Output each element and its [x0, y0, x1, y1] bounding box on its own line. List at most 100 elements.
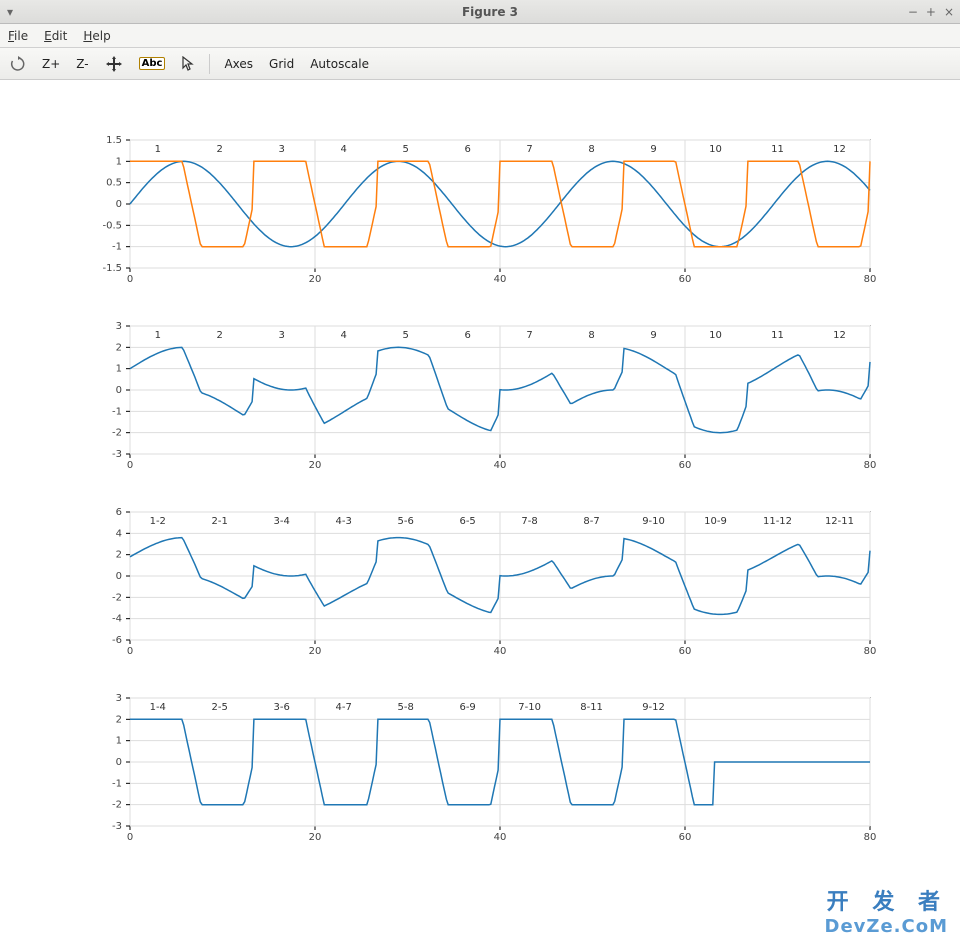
move-icon[interactable]	[101, 53, 127, 75]
svg-text:6: 6	[116, 507, 122, 518]
svg-text:10: 10	[709, 144, 722, 155]
svg-text:12-11: 12-11	[825, 516, 854, 527]
svg-text:7-10: 7-10	[518, 702, 541, 713]
minimize-button[interactable]: −	[908, 5, 918, 19]
svg-text:0: 0	[127, 646, 133, 657]
svg-text:-6: -6	[112, 635, 122, 646]
svg-text:1: 1	[116, 364, 122, 375]
refresh-icon[interactable]	[6, 53, 30, 75]
toolbar: Z+ Z- Abc Axes Grid Autoscale	[0, 48, 960, 80]
svg-text:3-4: 3-4	[274, 516, 290, 527]
svg-text:6-5: 6-5	[459, 516, 475, 527]
svg-text:0: 0	[127, 832, 133, 843]
svg-text:-1: -1	[112, 242, 122, 253]
axes-button[interactable]: Axes	[220, 53, 257, 75]
svg-text:40: 40	[494, 646, 507, 657]
svg-text:1: 1	[155, 330, 161, 341]
svg-text:11-12: 11-12	[763, 516, 792, 527]
svg-text:0: 0	[116, 385, 122, 396]
menubar: File Edit Help	[0, 24, 960, 48]
svg-text:5: 5	[402, 330, 408, 341]
svg-text:80: 80	[864, 646, 877, 657]
watermark-en: DevZe.CoM	[825, 916, 948, 937]
svg-text:-2: -2	[112, 428, 122, 439]
svg-text:60: 60	[679, 832, 692, 843]
svg-text:-2: -2	[112, 592, 122, 603]
svg-text:-4: -4	[112, 614, 122, 625]
svg-text:12: 12	[833, 330, 846, 341]
svg-text:3: 3	[279, 144, 285, 155]
svg-text:1: 1	[116, 156, 122, 167]
svg-text:9-12: 9-12	[642, 702, 665, 713]
svg-text:2: 2	[116, 714, 122, 725]
svg-text:-3: -3	[112, 449, 122, 460]
svg-text:11: 11	[771, 330, 784, 341]
watermark: 开 发 者 DevZe.CoM	[825, 884, 948, 937]
svg-text:-1: -1	[112, 778, 122, 789]
svg-text:1.5: 1.5	[106, 135, 122, 146]
svg-text:-2: -2	[112, 800, 122, 811]
svg-text:80: 80	[864, 832, 877, 843]
svg-text:20: 20	[309, 460, 322, 471]
menu-help[interactable]: Help	[83, 29, 110, 43]
svg-text:3: 3	[116, 693, 122, 704]
svg-text:3: 3	[279, 330, 285, 341]
svg-text:0: 0	[127, 274, 133, 285]
menu-file[interactable]: File	[8, 29, 28, 43]
svg-text:7: 7	[526, 144, 532, 155]
autoscale-button[interactable]: Autoscale	[306, 53, 373, 75]
svg-text:5-8: 5-8	[397, 702, 413, 713]
svg-text:7: 7	[526, 330, 532, 341]
svg-text:9-10: 9-10	[642, 516, 665, 527]
svg-text:1: 1	[155, 144, 161, 155]
svg-text:1-2: 1-2	[150, 516, 166, 527]
svg-text:0: 0	[116, 199, 122, 210]
svg-text:9: 9	[650, 144, 656, 155]
label-icon[interactable]: Abc	[135, 53, 170, 75]
svg-text:60: 60	[679, 274, 692, 285]
svg-text:6-9: 6-9	[459, 702, 475, 713]
svg-text:20: 20	[309, 832, 322, 843]
svg-text:1: 1	[116, 736, 122, 747]
svg-text:20: 20	[309, 274, 322, 285]
titlebar: ▾ Figure 3 − + ×	[0, 0, 960, 24]
svg-text:80: 80	[864, 460, 877, 471]
menu-edit[interactable]: Edit	[44, 29, 67, 43]
svg-text:40: 40	[494, 832, 507, 843]
plot-area: 020406080-1.5-1-0.500.511.51234567891011…	[0, 80, 960, 947]
svg-text:4: 4	[340, 144, 346, 155]
svg-text:10-9: 10-9	[704, 516, 727, 527]
svg-text:9: 9	[650, 330, 656, 341]
maximize-button[interactable]: +	[926, 5, 936, 19]
figure-canvas[interactable]: 020406080-1.5-1-0.500.511.51234567891011…	[0, 80, 960, 947]
svg-text:-1: -1	[112, 406, 122, 417]
svg-text:2: 2	[217, 330, 223, 341]
svg-text:2: 2	[217, 144, 223, 155]
svg-text:60: 60	[679, 646, 692, 657]
svg-text:8: 8	[588, 144, 594, 155]
grid-button[interactable]: Grid	[265, 53, 298, 75]
svg-text:0.5: 0.5	[106, 178, 122, 189]
zoom-in-button[interactable]: Z+	[38, 53, 64, 75]
svg-text:4: 4	[116, 528, 122, 539]
svg-text:0: 0	[116, 757, 122, 768]
svg-text:3-6: 3-6	[274, 702, 290, 713]
svg-text:1-4: 1-4	[150, 702, 166, 713]
svg-text:40: 40	[494, 460, 507, 471]
svg-text:0: 0	[127, 460, 133, 471]
svg-text:-0.5: -0.5	[102, 220, 122, 231]
svg-text:5: 5	[402, 144, 408, 155]
svg-text:20: 20	[309, 646, 322, 657]
svg-text:8-7: 8-7	[583, 516, 599, 527]
svg-text:-3: -3	[112, 821, 122, 832]
svg-text:40: 40	[494, 274, 507, 285]
window-menu-icon[interactable]: ▾	[0, 5, 20, 19]
svg-text:2: 2	[116, 342, 122, 353]
svg-text:5-6: 5-6	[397, 516, 413, 527]
svg-text:4-7: 4-7	[336, 702, 352, 713]
zoom-out-button[interactable]: Z-	[72, 53, 92, 75]
svg-text:2-5: 2-5	[212, 702, 228, 713]
pointer-icon[interactable]	[177, 53, 199, 75]
watermark-cn: 开 发 者	[825, 884, 948, 916]
close-button[interactable]: ×	[944, 5, 954, 19]
